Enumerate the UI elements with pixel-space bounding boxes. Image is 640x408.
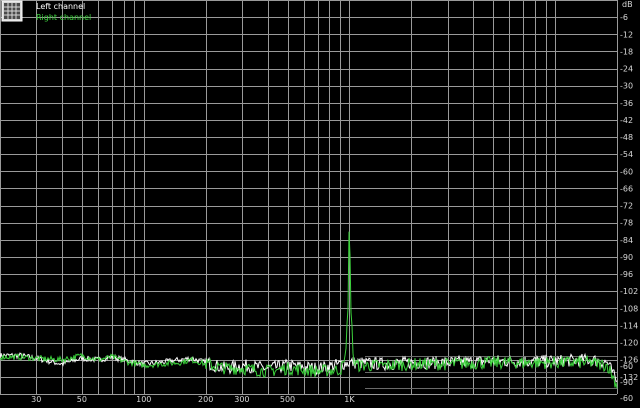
- legend-left-channel: Left channel: [36, 2, 85, 11]
- y-tick-label: -90: [620, 253, 633, 262]
- legend: Left channel Right channel: [1, 0, 91, 22]
- series-layer: [0, 231, 618, 389]
- x-tick-label: 30: [31, 395, 41, 404]
- y-axis-label: dB: [622, 0, 633, 9]
- y-tick-label: -66: [620, 184, 633, 193]
- x-tick-label: 500: [280, 395, 295, 404]
- y-tick-label: -72: [620, 202, 633, 211]
- y-tick-label: -60: [620, 362, 633, 371]
- y-tick-label: -60: [620, 394, 633, 403]
- y-tick-label: -108: [620, 304, 638, 313]
- x-tick-label: 200: [198, 395, 213, 404]
- y-tick-label: -84: [620, 236, 633, 245]
- y-tick-label: -18: [620, 47, 633, 56]
- grid: [0, 0, 618, 395]
- y-tick-label: -102: [620, 287, 638, 296]
- y-tick-label: -96: [620, 270, 633, 279]
- spectrum-analyzer-window: dB -6 -12 -18 -24 -30 -36 -42 -48 -54 -60 -66 -72 -78…: [0, 0, 640, 408]
- y-tick-label: -48: [620, 133, 633, 142]
- series-line-right-channel: [0, 231, 618, 389]
- y-tick-label: -6: [620, 13, 628, 22]
- y-tick-label: -42: [620, 116, 633, 125]
- x-tick-label: 100: [136, 395, 151, 404]
- y-tick-label: -24: [620, 65, 633, 74]
- y-tick-label: -54: [620, 150, 633, 159]
- x-tick-label: 300: [234, 395, 249, 404]
- y-tick-label: -78: [620, 219, 633, 228]
- y-tick-label: -12: [620, 30, 633, 39]
- y-tick-label: -30: [620, 82, 633, 91]
- y-tick-label: -90: [620, 378, 633, 387]
- x-tick-label: 1K: [344, 395, 355, 404]
- y-tick-label: -120: [620, 339, 638, 348]
- legend-right-channel: Right channel: [36, 13, 91, 22]
- grid-icon[interactable]: [1, 0, 23, 22]
- y-tick-label: -114: [620, 321, 638, 330]
- y-tick-label: -36: [620, 99, 633, 108]
- y-tick-label: -60: [620, 167, 633, 176]
- x-tick-label: 50: [77, 395, 87, 404]
- spectrum-plot: dB -6 -12 -18 -24 -30 -36 -42 -48 -54 -60 -66 -72 -78…: [0, 0, 638, 404]
